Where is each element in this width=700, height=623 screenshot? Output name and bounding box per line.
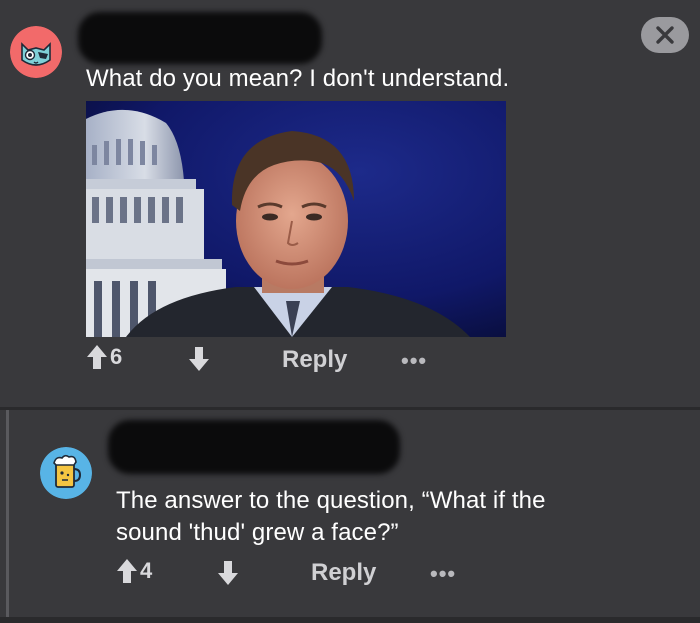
- reply-actions: 4: [116, 558, 152, 584]
- comment: What do you mean? I don't understand. 6 …: [0, 0, 700, 407]
- downvote-arrow-icon: [189, 347, 209, 371]
- upvote-count: 4: [140, 558, 153, 583]
- reply-text-line-2: sound 'thud' grew a face?”: [116, 519, 399, 546]
- upvote-arrow-icon: [117, 559, 137, 583]
- upvote-button[interactable]: 6: [86, 344, 122, 370]
- close-icon: [656, 26, 674, 44]
- comment-text: What do you mean? I don't understand.: [86, 65, 510, 92]
- reply-button[interactable]: Reply: [311, 559, 376, 587]
- upvote-count: 6: [110, 344, 123, 369]
- thread-line: [6, 410, 9, 623]
- downvote-button[interactable]: [188, 346, 210, 372]
- reply-text-line-1: The answer to the question, “What if the: [116, 487, 546, 514]
- beer-avatar-icon[interactable]: [40, 447, 92, 499]
- downvote-arrow-icon: [218, 561, 238, 585]
- reply-comment: The answer to the question, “What if the…: [0, 410, 700, 623]
- upvote-arrow-icon: [87, 345, 107, 369]
- reply-button[interactable]: Reply: [282, 346, 347, 374]
- redacted-username: [108, 420, 400, 474]
- upvote-button[interactable]: 4: [116, 558, 152, 584]
- more-options-button[interactable]: •••: [430, 561, 456, 587]
- comment-actions: 6: [86, 344, 122, 370]
- close-button[interactable]: [641, 17, 689, 53]
- cat-avatar-icon[interactable]: [10, 26, 62, 78]
- more-options-button[interactable]: •••: [401, 348, 427, 374]
- bottom-divider: [0, 617, 700, 623]
- redacted-username: [78, 12, 322, 64]
- downvote-button[interactable]: [217, 560, 239, 586]
- comment-image[interactable]: [86, 101, 506, 337]
